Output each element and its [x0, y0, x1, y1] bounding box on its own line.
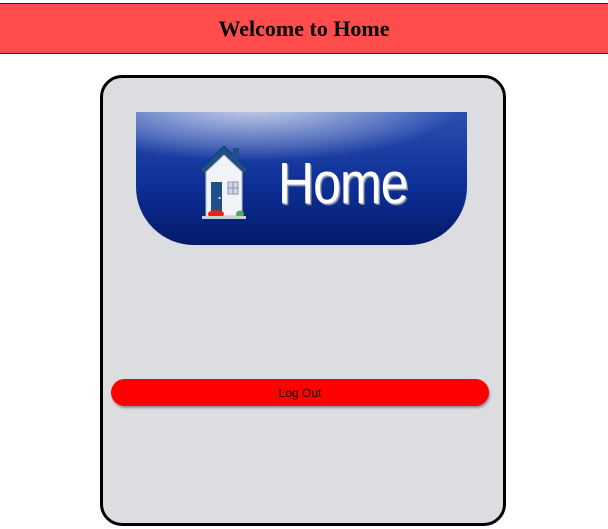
banner-home-text: Home	[278, 151, 408, 216]
home-card: Home Log Out	[100, 75, 506, 526]
home-banner: Home	[136, 112, 467, 245]
page-title: Welcome to Home	[218, 15, 390, 41]
logout-button[interactable]: Log Out	[111, 379, 489, 406]
page-header: Welcome to Home	[0, 3, 608, 54]
